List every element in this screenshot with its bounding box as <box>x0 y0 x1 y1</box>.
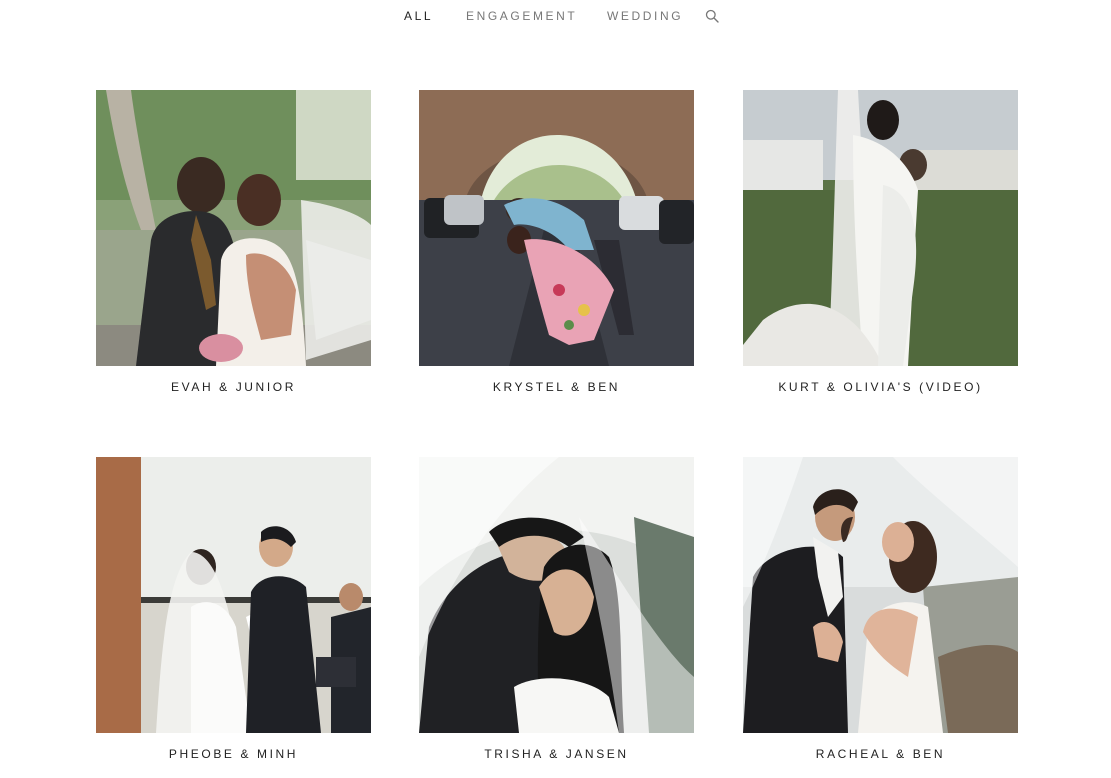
gallery-item-trisha-jansen[interactable]: TRISHA & JANSEN <box>419 457 694 761</box>
gallery-item-krystel-ben[interactable]: KRYSTEL & BEN <box>419 90 694 394</box>
filter-wedding[interactable]: WEDDING <box>607 8 683 24</box>
gallery-caption[interactable]: RACHEAL & BEN <box>703 747 1058 761</box>
gallery-caption[interactable]: EVAH & JUNIOR <box>56 380 411 394</box>
gallery-item-racheal-ben[interactable]: RACHEAL & BEN <box>743 457 1018 761</box>
gallery-caption[interactable]: PHEOBE & MINH <box>56 747 411 761</box>
search-icon[interactable] <box>705 9 719 23</box>
gallery-caption[interactable]: KURT & OLIVIA'S (VIDEO) <box>703 380 1058 394</box>
gallery-photo[interactable] <box>96 457 371 733</box>
gallery-item-kurt-olivia[interactable]: KURT & OLIVIA'S (VIDEO) <box>743 90 1018 394</box>
gallery-item-evah-junior[interactable]: EVAH & JUNIOR <box>96 90 371 394</box>
filter-engagement[interactable]: ENGAGEMENT <box>466 8 577 24</box>
gallery-photo[interactable] <box>743 457 1018 733</box>
gallery-photo[interactable] <box>419 457 694 733</box>
gallery-item-pheobe-minh[interactable]: PHEOBE & MINH <box>96 457 371 761</box>
portfolio-filter-nav: ALL ENGAGEMENT WEDDING <box>0 8 1111 24</box>
filter-all[interactable]: ALL <box>404 8 433 24</box>
gallery-caption[interactable]: KRYSTEL & BEN <box>379 380 734 394</box>
gallery-photo[interactable] <box>96 90 371 366</box>
gallery-caption[interactable]: TRISHA & JANSEN <box>379 747 734 761</box>
gallery-photo[interactable] <box>419 90 694 366</box>
gallery-photo[interactable] <box>743 90 1018 366</box>
